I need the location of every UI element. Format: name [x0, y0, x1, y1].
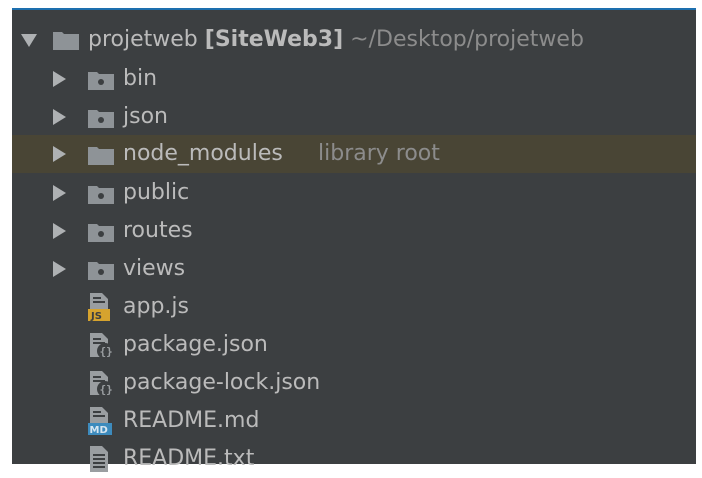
folder-icon [53, 32, 79, 50]
file-label: README.txt [123, 446, 255, 471]
file-label: package.json [123, 332, 268, 357]
tree-folder-row[interactable]: json [12, 98, 696, 136]
folder-label: bin [123, 66, 158, 91]
root-folder-label: projetweb [SiteWeb3] ~/Desktop/projetweb [88, 21, 584, 59]
json-file-icon: {} [90, 333, 113, 359]
tree-file-row[interactable]: {} package.json [12, 326, 696, 364]
folder-icon [88, 262, 114, 280]
file-label: package-lock.json [123, 370, 321, 395]
tree-file-row[interactable]: {} package-lock.json [12, 364, 696, 402]
file-label: README.md [123, 408, 260, 433]
folder-label: views [123, 256, 186, 281]
folder-icon [88, 224, 114, 242]
folder-label: public [123, 180, 190, 205]
expand-arrow-icon[interactable] [53, 261, 66, 277]
tree-folder-row[interactable]: bin [12, 60, 696, 98]
tree-folder-row[interactable]: routes [12, 212, 696, 250]
root-module-name: [SiteWeb3] [204, 27, 344, 52]
tree-folder-row[interactable]: views [12, 250, 696, 288]
folder-label: node_modules [123, 141, 283, 166]
svg-text:{}: {} [100, 383, 113, 396]
svg-text:{}: {} [100, 345, 113, 358]
folder-label: json [123, 104, 168, 129]
tree-folder-row[interactable]: public [12, 174, 696, 212]
expand-arrow-icon[interactable] [53, 223, 66, 239]
collapse-arrow-icon[interactable] [21, 34, 37, 47]
folder-icon [88, 186, 114, 204]
md-badge-text: MD [90, 425, 108, 435]
tree-file-row[interactable]: README.txt [12, 440, 696, 478]
markdown-file-icon: MD [88, 407, 112, 435]
expand-arrow-icon[interactable] [53, 71, 66, 87]
folder-label: routes [123, 218, 193, 243]
text-file-icon [90, 446, 108, 472]
tree-root-row[interactable]: projetweb [SiteWeb3] ~/Desktop/projetweb [12, 21, 696, 59]
js-file-icon: JS [88, 293, 110, 321]
json-file-icon: {} [90, 371, 113, 397]
expand-arrow-icon[interactable] [53, 109, 66, 125]
file-label: app.js [123, 294, 189, 319]
expand-arrow-icon[interactable] [53, 146, 66, 162]
folder-icon [88, 110, 114, 128]
expand-arrow-icon[interactable] [53, 185, 66, 201]
library-root-note: library root [318, 141, 440, 166]
project-tree-panel: projetweb [SiteWeb3] ~/Desktop/projetweb… [12, 8, 696, 472]
root-folder-name: projetweb [88, 27, 198, 52]
tree-file-row[interactable]: MD README.md [12, 402, 696, 440]
tree-file-row[interactable]: JS app.js [12, 288, 696, 326]
library-folder-icon [88, 147, 114, 165]
folder-icon [88, 72, 114, 90]
root-folder-path: ~/Desktop/projetweb [350, 27, 584, 52]
js-badge-text: JS [90, 311, 102, 321]
tree-folder-row-selected[interactable]: node_modules library root [12, 135, 696, 173]
